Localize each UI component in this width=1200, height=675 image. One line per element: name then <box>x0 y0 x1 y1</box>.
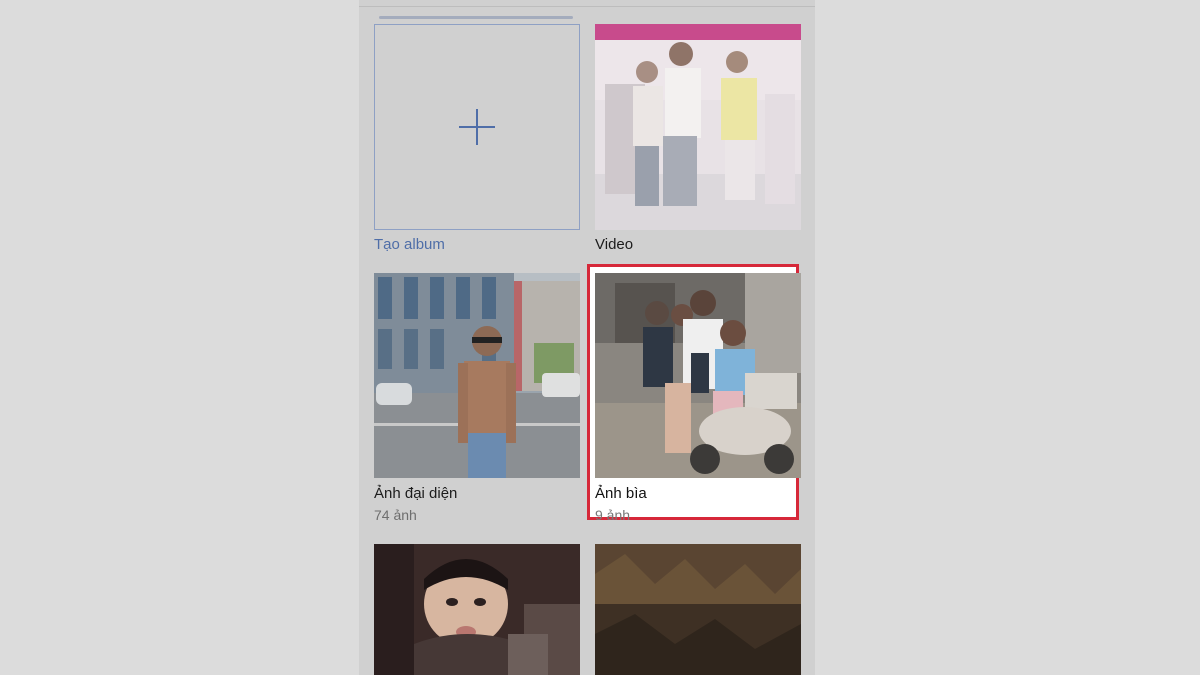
album-thumbnail-profile[interactable] <box>374 273 580 478</box>
album-tile-profile[interactable]: Ảnh đại diện 74 ảnh <box>374 273 580 529</box>
album-thumbnail-video[interactable] <box>595 24 801 230</box>
album-count-profile: 74 ảnh <box>374 507 417 523</box>
album-label-cover: Ảnh bìa <box>595 485 647 502</box>
album-thumbnail-partial-right[interactable] <box>595 544 801 675</box>
album-tile-video[interactable]: Video <box>595 24 801 260</box>
tab-indicator <box>379 16 573 19</box>
create-album-tile[interactable]: Tạo album <box>374 24 580 260</box>
create-album-label: Tạo album <box>374 236 445 253</box>
album-thumbnail-partial-left[interactable] <box>374 544 580 675</box>
album-label-video: Video <box>595 236 634 253</box>
album-tile-partial-right[interactable] <box>595 544 801 675</box>
album-label-profile: Ảnh đại diện <box>374 485 458 502</box>
divider <box>359 6 815 7</box>
album-count-cover: 9 ảnh <box>595 507 631 523</box>
album-tile-partial-left[interactable] <box>374 544 580 675</box>
create-album-button[interactable] <box>374 24 580 230</box>
album-thumbnail-cover[interactable] <box>595 273 801 478</box>
photo-albums-screen: Tạo album Video Ảnh đại diện 74 ảnh Ảnh … <box>359 0 815 675</box>
album-tile-cover[interactable]: Ảnh bìa 9 ảnh <box>595 273 801 523</box>
